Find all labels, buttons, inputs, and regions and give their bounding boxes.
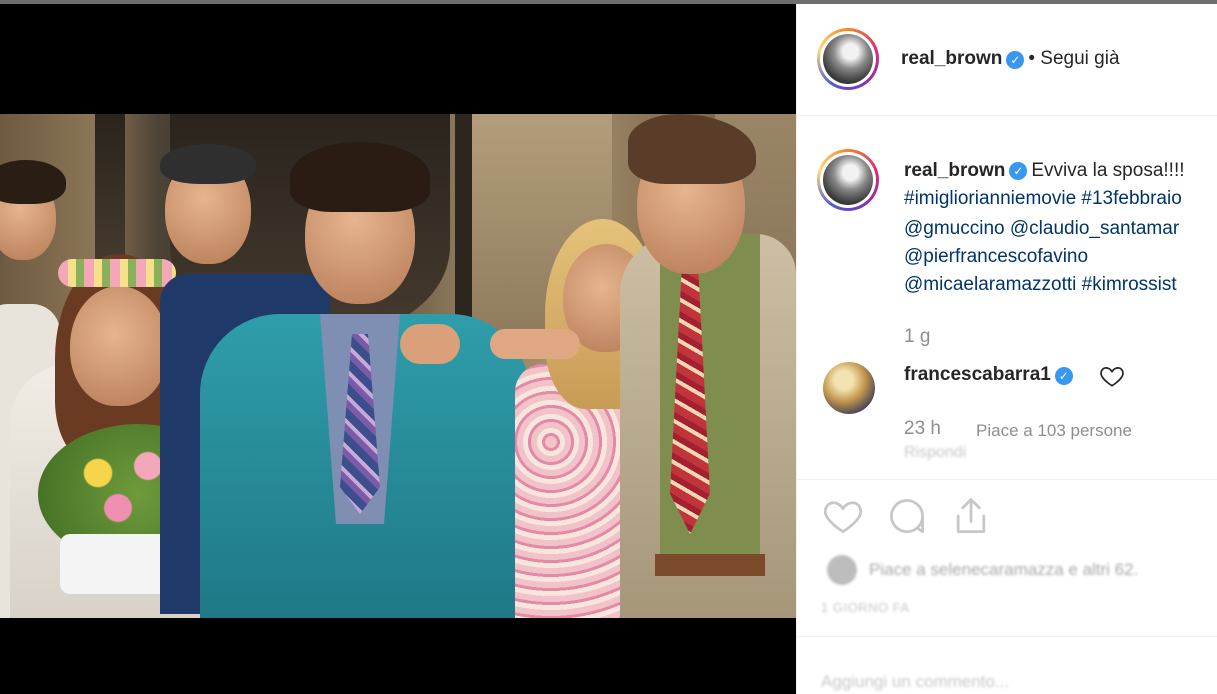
comment-bubble-icon[interactable] (885, 494, 929, 538)
comment-likes-count[interactable]: Piace a 103 persone (976, 421, 1132, 441)
post-media[interactable] (0, 4, 796, 694)
author-line: real_brown ✓ • Segui già (901, 48, 1120, 70)
caption-author-avatar[interactable] (817, 149, 879, 211)
comment-input-divider (797, 636, 1217, 637)
comment-time[interactable]: 23 h (904, 418, 941, 440)
share-upload-icon[interactable] (949, 494, 993, 538)
comment-username[interactable]: francescabarra1 (904, 364, 1051, 385)
comment-line: francescabarra1 ✓ (904, 364, 1077, 386)
follow-status[interactable]: • Segui già (1028, 48, 1119, 69)
verified-badge-icon: ✓ (1009, 161, 1028, 180)
post-sidebar: real_brown ✓ • Segui già real_brown ✓ Evviva… (796, 4, 1217, 694)
verified-badge-icon: ✓ (1054, 366, 1073, 385)
heart-outline-icon[interactable] (821, 494, 865, 538)
comment-like-heart-icon[interactable] (1099, 363, 1125, 389)
caption-username[interactable]: real_brown (904, 160, 1005, 181)
caption-hashtags-1[interactable]: #imigliorianniemovie #13febbraio (904, 186, 1182, 212)
actions-divider (797, 479, 1217, 480)
caption-text: Evviva la sposa!!!! (1031, 160, 1185, 181)
background-column (95, 114, 125, 264)
liked-by-avatar[interactable] (827, 555, 857, 585)
caption-mentions-1[interactable]: @gmuccino @claudio_santamar (904, 216, 1179, 242)
add-comment-input[interactable]: Aggiungi un commento... (821, 672, 1009, 692)
commenter-avatar[interactable] (823, 362, 875, 414)
caption-first-line: real_brown ✓ Evviva la sposa!!!! (904, 158, 1185, 184)
liked-by-text[interactable]: Piace a selenecaramazza e altri 62. (869, 560, 1138, 580)
author-username[interactable]: real_brown (901, 48, 1002, 69)
author-avatar[interactable] (817, 28, 879, 90)
caption-time[interactable]: 1 g (904, 326, 930, 348)
post-photo[interactable] (0, 114, 796, 618)
caption-mentions-3[interactable]: @micaelaramazzotti #kimrossist (904, 272, 1177, 298)
caption-mentions-2[interactable]: @pierfrancescofavino (904, 244, 1088, 270)
post-header: real_brown ✓ • Segui già (797, 4, 1217, 116)
verified-badge-icon: ✓ (1006, 50, 1025, 69)
comment-reply-link[interactable]: Rispondi (904, 444, 966, 462)
post-date: 1 GIORNO FA (821, 600, 910, 615)
